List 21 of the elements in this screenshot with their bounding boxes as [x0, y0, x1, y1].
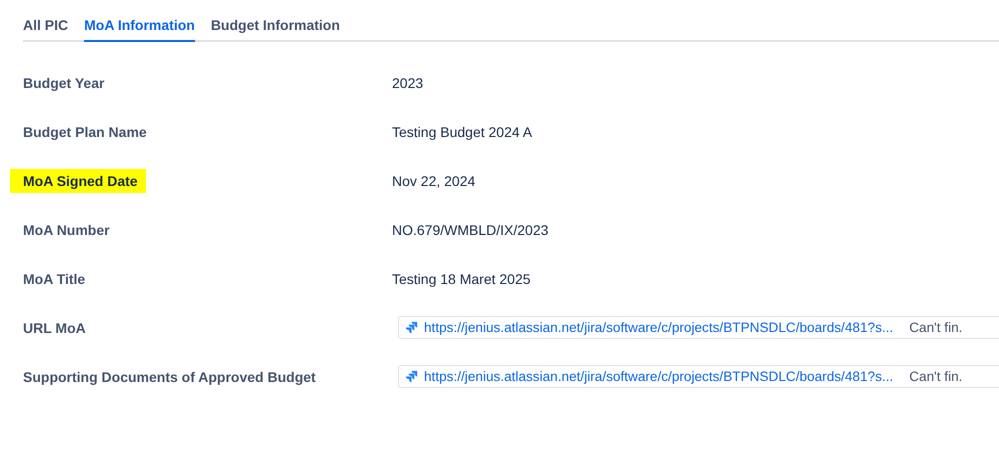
field-value: NO.679/WMBLD/IX/2023 [392, 222, 548, 238]
field-value: Testing 18 Maret 2025 [392, 270, 531, 286]
link-card[interactable]: https://jenius.atlassian.net/jira/software/c/projects/BTPNSDLC/boards/481?s... Can't fin. [398, 316, 999, 339]
link-status: Can't fin. [909, 320, 962, 335]
field-label: Budget Plan Name [23, 122, 147, 142]
field-label: Budget Year [23, 74, 104, 92]
url-link[interactable]: https://jenius.atlassian.net/jira/software/c/projects/BTPNSDLC/boards/481?s... [424, 369, 894, 384]
field-label: MoA Number [23, 220, 110, 240]
field-label: Supporting Documents of Approved Budget [23, 368, 316, 386]
tab[interactable]: Budget Information [210, 14, 340, 42]
tab[interactable]: MoA Information [84, 14, 195, 42]
url-link[interactable]: https://jenius.atlassian.net/jira/software/c/projects/BTPNSDLC/boards/481?s... [424, 320, 894, 335]
field-value: Testing Budget 2024 A [392, 124, 532, 140]
field-label: URL MoA [23, 318, 86, 338]
field-label: MoA Title [23, 270, 86, 288]
field-value: Nov 22, 2024 [392, 172, 476, 188]
tab[interactable]: All PIC [23, 14, 68, 42]
link-card[interactable]: https://jenius.atlassian.net/jira/software/c/projects/BTPNSDLC/boards/481?s... Can't fin. [398, 365, 999, 388]
field-label: MoA Signed Date [10, 168, 146, 192]
field-value: 2023 [392, 74, 424, 90]
link-status: Can't fin. [909, 369, 962, 384]
